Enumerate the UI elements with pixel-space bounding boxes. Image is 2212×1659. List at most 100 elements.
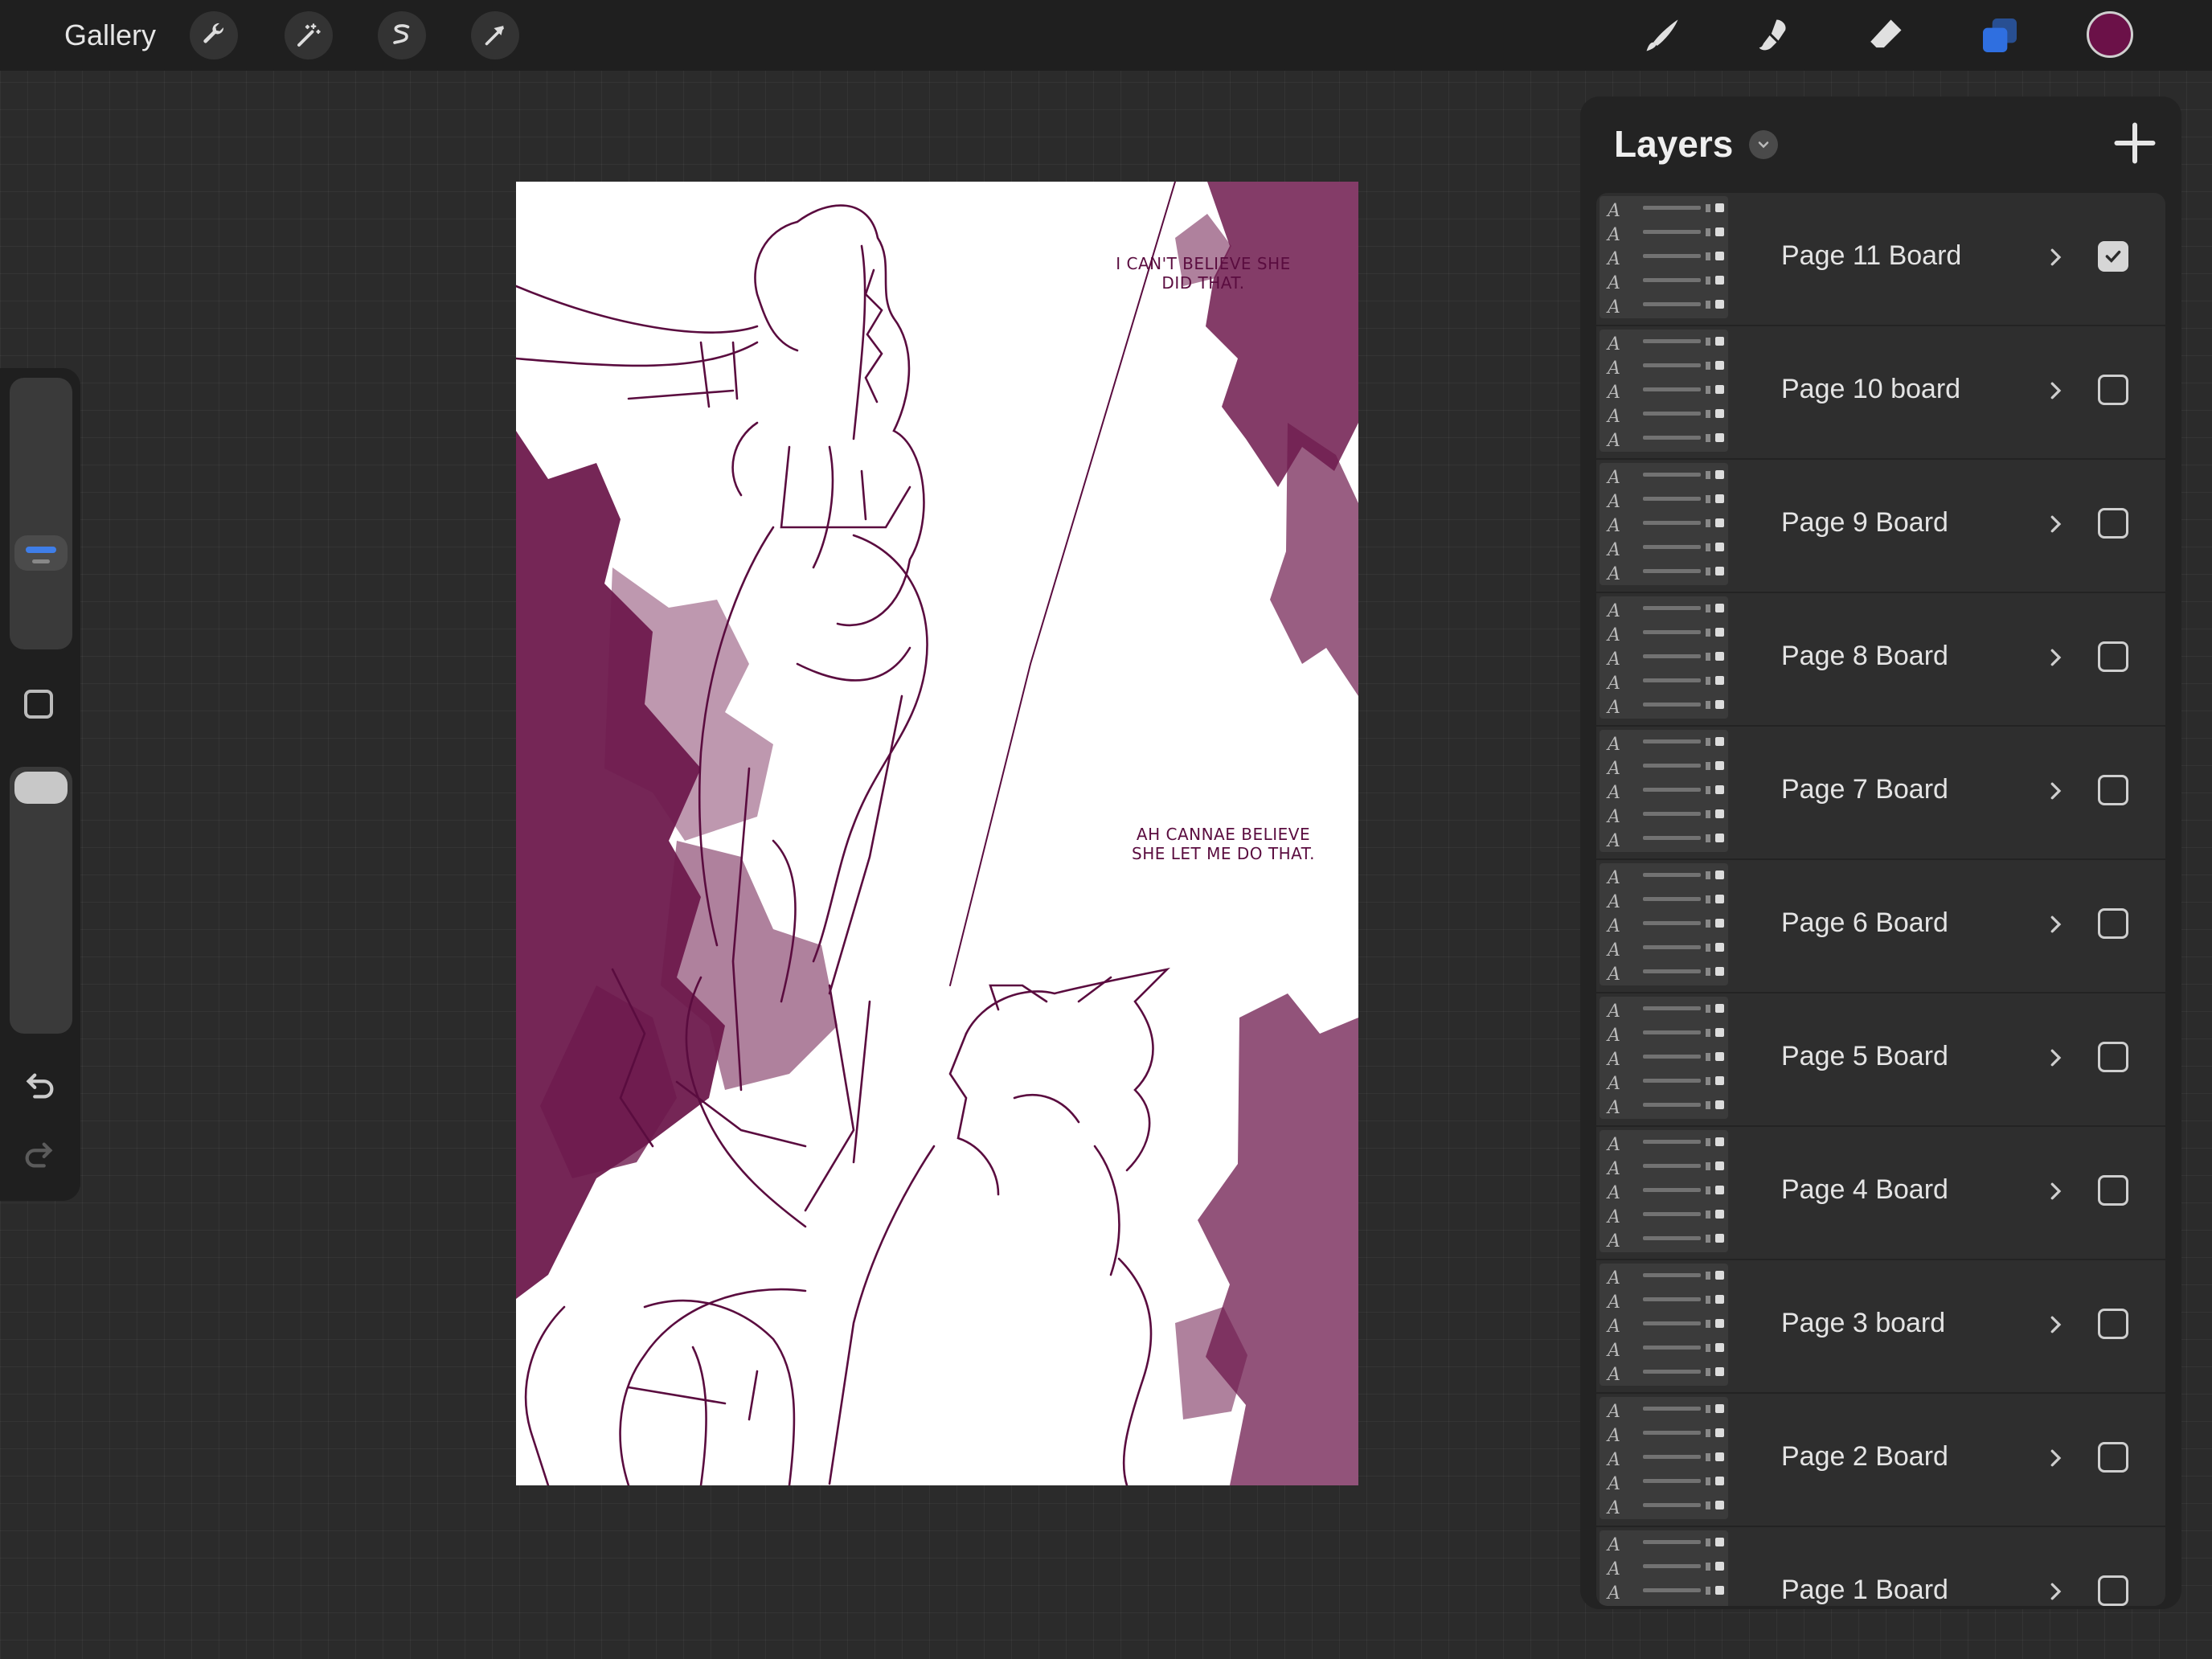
selection-icon[interactable] <box>378 11 426 59</box>
transform-arrow-icon[interactable] <box>471 11 519 59</box>
blend-mode-indicator <box>1706 1405 1710 1413</box>
text-layer-icon: A <box>1608 334 1620 354</box>
chevron-right-icon[interactable] <box>2043 1444 2067 1473</box>
sublayer-visibility-indicator <box>1715 919 1724 928</box>
chevron-right-icon[interactable] <box>2043 510 2067 539</box>
sublayer-name-preview <box>1643 1006 1701 1010</box>
layer-visibility-checkbox[interactable] <box>2098 241 2128 272</box>
sublayer-preview: A <box>1604 1096 1724 1118</box>
magic-wand-icon[interactable] <box>285 11 333 59</box>
opacity-handle[interactable] <box>14 772 68 804</box>
sublayer-visibility-indicator <box>1715 276 1724 285</box>
layer-visibility-checkbox[interactable] <box>2098 1175 2128 1206</box>
sublayer-name-preview <box>1643 897 1701 901</box>
layers-panel: Layers A A A A A Page 11 Board A A A A A Page 10 bo… <box>1580 96 2181 1609</box>
layer-group-row[interactable]: A A A A A Page 9 Board <box>1596 460 2165 592</box>
sublayer-preview: A <box>1604 1424 1724 1446</box>
modify-square-icon[interactable] <box>24 690 53 719</box>
sublayer-name-preview <box>1643 569 1701 573</box>
chevron-right-icon[interactable] <box>2043 376 2067 405</box>
sublayer-visibility-indicator <box>1715 1100 1724 1109</box>
sublayer-visibility-indicator <box>1715 361 1724 370</box>
layer-group-row[interactable]: A A A A A Page 10 board <box>1596 326 2165 458</box>
chevron-right-icon[interactable] <box>2043 243 2067 272</box>
sublayer-name-preview <box>1643 521 1701 525</box>
blend-mode-indicator <box>1706 920 1710 928</box>
text-layer-icon: A <box>1608 1159 1620 1179</box>
brush-size-slider[interactable] <box>10 378 72 649</box>
blend-mode-indicator <box>1706 1272 1710 1280</box>
text-layer-icon: A <box>1608 1074 1620 1094</box>
blend-mode-indicator <box>1706 701 1710 709</box>
sublayer-preview: A <box>1604 1534 1724 1555</box>
chevron-right-icon[interactable] <box>2043 643 2067 672</box>
layer-visibility-checkbox[interactable] <box>2098 1042 2128 1072</box>
layer-visibility-checkbox[interactable] <box>2098 1442 2128 1473</box>
sublayer-name-preview <box>1643 630 1701 634</box>
sublayer-preview: A <box>1604 296 1724 317</box>
drawing-canvas[interactable]: I CAN'T BELIEVE SHE DID THAT. AH CANNAE … <box>516 182 1358 1485</box>
sublayer-preview: A <box>1604 539 1724 560</box>
layer-visibility-checkbox[interactable] <box>2098 375 2128 405</box>
sublayer-visibility-indicator <box>1715 1367 1724 1376</box>
blend-mode-indicator <box>1706 1320 1710 1328</box>
sublayer-preview: A <box>1604 1497 1724 1518</box>
layer-visibility-checkbox[interactable] <box>2098 1575 2128 1606</box>
sublayer-preview: A <box>1604 272 1724 293</box>
layer-group-thumbnail: AAAAA <box>1600 730 1728 852</box>
brush-size-handle[interactable] <box>14 535 68 571</box>
layer-group-row[interactable]: A A A A A Page 11 Board <box>1596 193 2165 325</box>
undo-icon[interactable] <box>21 1067 58 1108</box>
sublayer-preview: A <box>1604 563 1724 584</box>
color-picker-button[interactable] <box>2087 11 2133 58</box>
blend-mode-indicator <box>1706 252 1710 260</box>
text-layer-icon: A <box>1608 468 1620 488</box>
layer-visibility-checkbox[interactable] <box>2098 1309 2128 1339</box>
chevron-right-icon[interactable] <box>2043 1310 2067 1339</box>
sublayer-preview: A <box>1604 333 1724 354</box>
sublayer-preview: A <box>1604 1048 1724 1070</box>
blend-mode-indicator <box>1706 204 1710 212</box>
layer-group-row[interactable]: A A A A A Page 7 Board <box>1596 727 2165 858</box>
layer-group-thumbnail: AAAAA <box>1600 997 1728 1119</box>
layer-group-row[interactable]: AAAAA Page 1 Board <box>1596 1527 2165 1606</box>
blend-mode-indicator <box>1706 1563 1710 1571</box>
layer-group-row[interactable]: A A A A A Page 5 Board <box>1596 993 2165 1125</box>
layer-group-row[interactable]: A A A A A Page 3 board <box>1596 1260 2165 1392</box>
layer-group-row[interactable]: A A A A A Page 6 Board <box>1596 860 2165 992</box>
layer-group-row[interactable]: A A A A A Page 8 Board <box>1596 593 2165 725</box>
chevron-right-icon[interactable] <box>2043 776 2067 805</box>
gallery-button[interactable]: Gallery <box>64 16 156 55</box>
opacity-slider[interactable] <box>10 767 72 1034</box>
sublayer-preview: A <box>1604 624 1724 645</box>
layer-visibility-checkbox[interactable] <box>2098 908 2128 939</box>
chevron-right-icon[interactable] <box>2043 1043 2067 1072</box>
layer-group-row[interactable]: A A A A A Page 4 Board <box>1596 1127 2165 1259</box>
brush-icon[interactable] <box>1638 13 1686 58</box>
chevron-right-icon[interactable] <box>2043 1577 2067 1606</box>
add-layer-button[interactable] <box>2111 119 2159 167</box>
text-layer-icon: A <box>1608 868 1620 888</box>
sublayer-visibility-indicator <box>1715 1538 1724 1546</box>
smudge-icon[interactable] <box>1749 13 1797 58</box>
layer-visibility-checkbox[interactable] <box>2098 508 2128 539</box>
layer-group-row[interactable]: A A A A A Page 2 Board <box>1596 1394 2165 1526</box>
layer-group-name: Page 3 board <box>1781 1308 1946 1338</box>
layers-icon[interactable] <box>1976 13 2024 58</box>
sublayer-name-preview <box>1643 739 1701 743</box>
chevron-right-icon[interactable] <box>2043 1177 2067 1206</box>
text-layer-icon: A <box>1608 1050 1620 1070</box>
blend-mode-indicator <box>1706 1053 1710 1061</box>
layer-visibility-checkbox[interactable] <box>2098 775 2128 805</box>
sublayer-name-preview <box>1643 1479 1701 1483</box>
checkmark-icon <box>2105 250 2121 263</box>
sublayer-preview: A <box>1604 1473 1724 1494</box>
chevron-down-icon[interactable] <box>1749 130 1778 159</box>
layer-list[interactable]: A A A A A Page 11 Board A A A A A Page 10 board A A A A… <box>1596 193 2165 1606</box>
chevron-right-icon[interactable] <box>2043 910 2067 939</box>
sublayer-name-preview <box>1643 1455 1701 1459</box>
eraser-icon[interactable] <box>1862 13 1910 58</box>
redo-icon[interactable] <box>21 1137 58 1178</box>
wrench-icon[interactable] <box>190 11 238 59</box>
layer-visibility-checkbox[interactable] <box>2098 641 2128 672</box>
